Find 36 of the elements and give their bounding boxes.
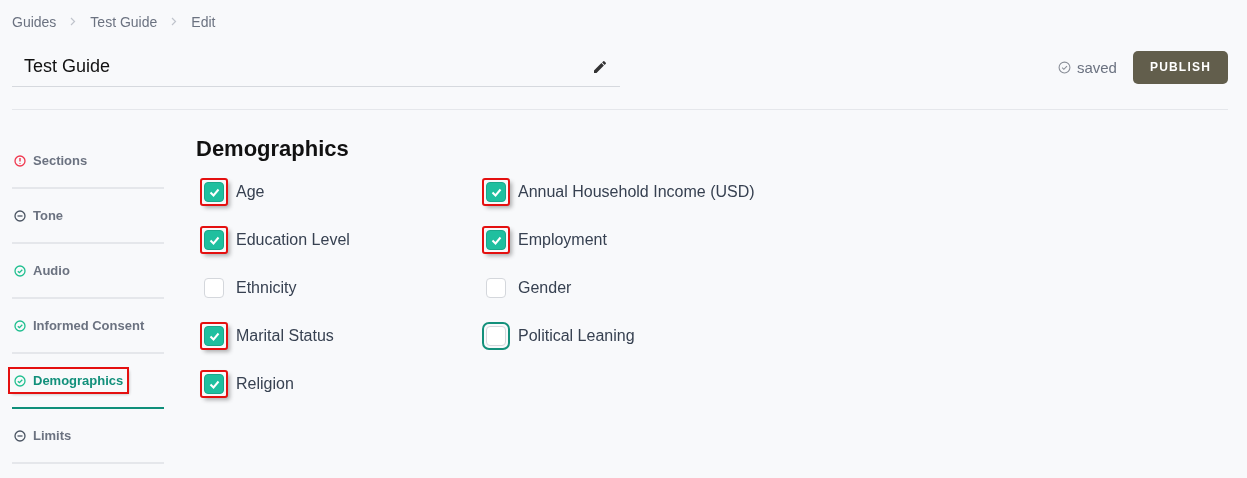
- sidebar-item[interactable]: Sections: [10, 149, 92, 172]
- check-icon: [208, 331, 220, 341]
- sidebar-item[interactable]: Audio: [10, 259, 74, 282]
- check-circle-icon: [14, 374, 26, 387]
- checkbox-label: Ethnicity: [236, 279, 297, 297]
- check-icon: [208, 187, 220, 197]
- breadcrumb-link[interactable]: Test Guide: [90, 14, 158, 30]
- sidebar-item[interactable]: Limits: [10, 424, 76, 447]
- sidebar-item[interactable]: Demographics: [10, 369, 128, 392]
- check-icon: [490, 187, 502, 197]
- checkbox-label: Gender: [518, 279, 572, 297]
- breadcrumb-link[interactable]: Guides: [12, 14, 57, 30]
- checkbox-label: Age: [236, 183, 265, 201]
- checkbox-label: Annual Household Income (USD): [518, 183, 755, 201]
- check-icon: [208, 235, 220, 245]
- sidebar-item[interactable]: Informed Consent: [10, 314, 149, 337]
- section-heading: Demographics: [196, 136, 350, 163]
- check-icon: [490, 235, 502, 245]
- checkbox-label: Employment: [518, 231, 607, 249]
- publish-button[interactable]: PUBLISH: [1132, 50, 1228, 84]
- sidebar-item[interactable]: Tone: [10, 204, 68, 227]
- check-circle-icon: [14, 264, 26, 277]
- pencil-icon[interactable]: [593, 60, 607, 74]
- minus-circle-icon: [14, 209, 26, 222]
- check-icon: [208, 379, 220, 389]
- save-status: saved: [1076, 58, 1117, 76]
- title-field[interactable]: Test Guide: [12, 47, 620, 87]
- alert-icon: [14, 154, 26, 167]
- checkbox-label: Marital Status: [236, 327, 334, 345]
- check-circle-icon: [14, 319, 26, 332]
- minus-circle-icon: [14, 429, 26, 442]
- checkbox-label: Religion: [236, 375, 294, 393]
- check-circle-icon: [1057, 60, 1071, 74]
- checkbox-label: Political Leaning: [518, 327, 635, 345]
- breadcrumb-link[interactable]: Edit: [191, 14, 216, 30]
- checkbox-label: Education Level: [236, 231, 350, 249]
